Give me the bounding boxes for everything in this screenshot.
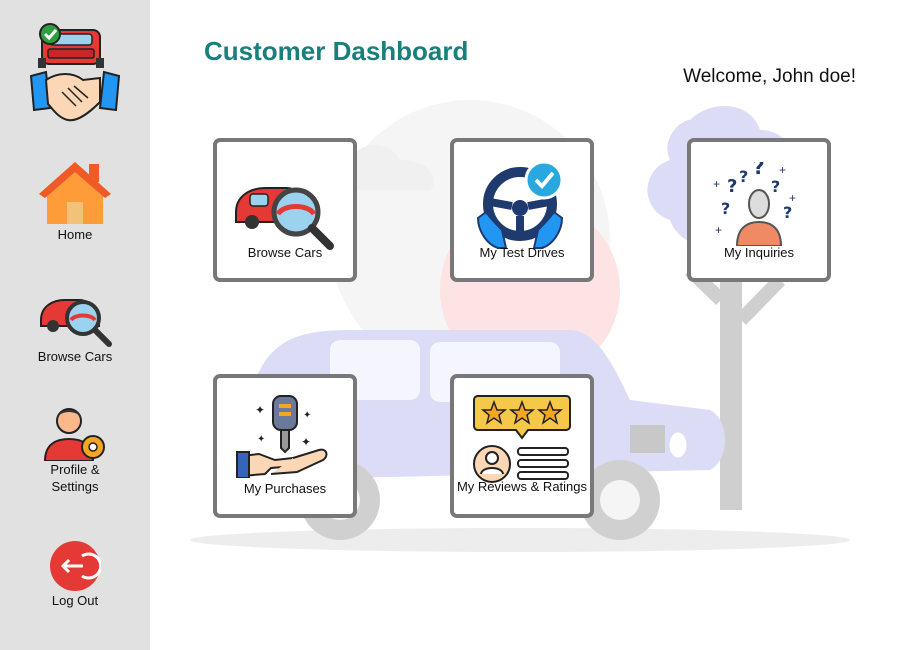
svg-text:✦: ✦ — [303, 410, 311, 421]
sidebar-item-profile-settings[interactable]: Profile & Settings — [0, 403, 150, 495]
main-content: Customer Dashboard Welcome, John doe! Br… — [150, 0, 900, 650]
svg-text:+: + — [713, 177, 720, 191]
logout-icon — [50, 541, 101, 591]
profile-gear-icon — [43, 408, 105, 461]
svg-text:✦: ✦ — [301, 435, 311, 449]
card-browse-cars[interactable]: Browse Cars — [213, 138, 357, 282]
logout-button[interactable]: Log Out — [0, 540, 150, 609]
sidebar-item-home[interactable]: Home — [0, 160, 150, 243]
car-search-icon — [235, 187, 334, 250]
card-my-inquiries[interactable]: ? ? ? ? ? ? + + + + My Inquiries — [687, 138, 831, 282]
svg-text:✦: ✦ — [257, 434, 265, 445]
svg-text:?: ? — [721, 199, 730, 218]
card-label: Browse Cars — [247, 245, 323, 260]
home-icon — [39, 162, 111, 224]
sidebar-item-label: Log Out — [51, 593, 99, 608]
sidebar: Home Browse Cars Profile & Settings Log … — [0, 0, 150, 650]
card-label: My Test Drives — [479, 245, 565, 260]
svg-text:?: ? — [753, 162, 765, 179]
svg-text:?: ? — [771, 177, 780, 196]
car-search-icon — [40, 299, 112, 347]
svg-text:+: + — [789, 191, 796, 205]
car-key-hand-icon: ✦ ✦ ✦ ✦ — [236, 395, 328, 478]
page-title: Customer Dashboard — [204, 36, 469, 66]
sidebar-item-label: Profile & Settings — [50, 462, 100, 494]
welcome-message: Welcome, John doe! — [683, 66, 856, 87]
steering-wheel-check-icon — [476, 160, 564, 249]
card-label: My Purchases — [243, 481, 327, 496]
card-label: My Reviews & Ratings — [456, 479, 588, 494]
svg-text:?: ? — [739, 167, 748, 186]
car-handshake-logo — [29, 23, 121, 122]
card-my-purchases[interactable]: ✦ ✦ ✦ ✦ My Purchases — [213, 374, 357, 518]
svg-text:+: + — [779, 163, 786, 177]
svg-text:+: + — [715, 223, 722, 237]
svg-text:?: ? — [783, 203, 792, 222]
sidebar-item-browse-cars[interactable]: Browse Cars — [0, 290, 150, 365]
svg-text:✦: ✦ — [255, 403, 265, 417]
svg-text:?: ? — [727, 176, 737, 197]
sidebar-item-label: Home — [57, 227, 93, 242]
card-my-reviews-ratings[interactable]: My Reviews & Ratings — [450, 374, 594, 518]
question-person-icon: ? ? ? ? ? ? + + + + — [713, 162, 796, 246]
card-label: My Inquiries — [723, 245, 795, 260]
sidebar-item-label: Browse Cars — [37, 349, 113, 364]
card-my-test-drives[interactable]: My Test Drives — [450, 138, 594, 282]
stars-review-icon — [473, 395, 571, 483]
